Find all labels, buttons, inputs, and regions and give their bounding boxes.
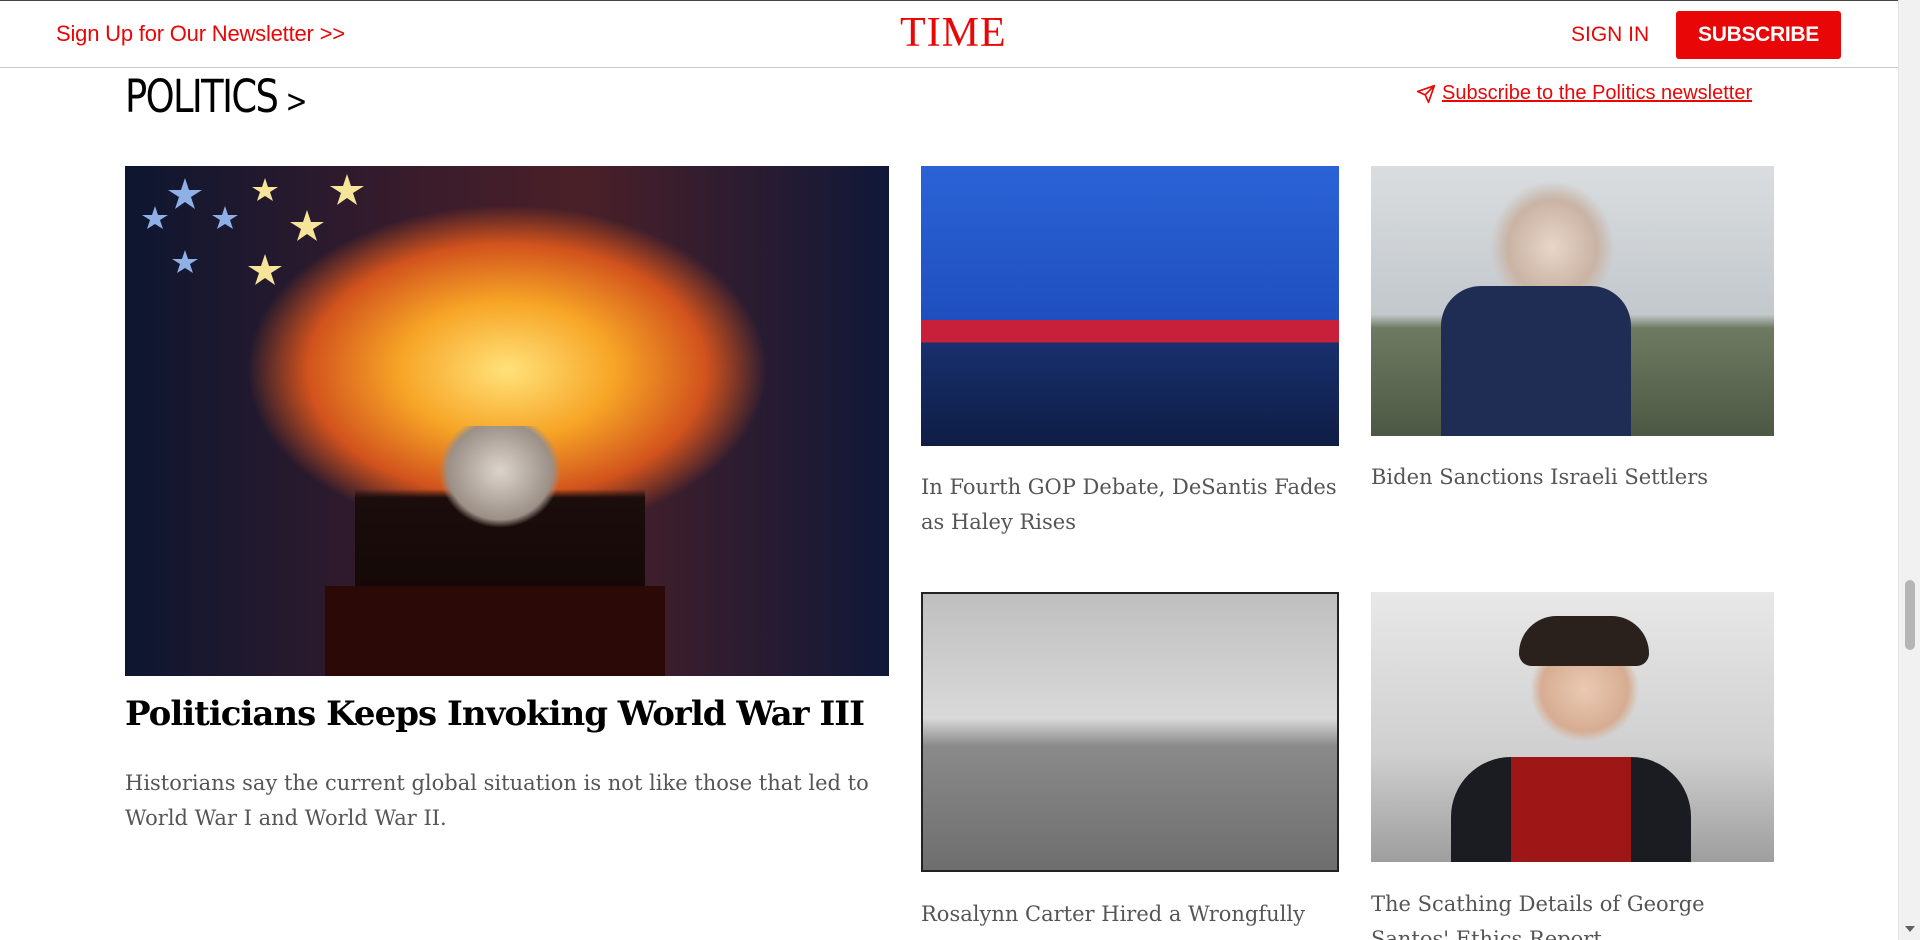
scroll-down-arrow-icon[interactable] (1905, 926, 1915, 932)
hero-story-description: Historians say the current global situat… (125, 771, 869, 830)
newsletter-signup-link[interactable]: Sign Up for Our Newsletter >> (56, 21, 345, 47)
podium-shape (325, 586, 665, 676)
speaker-figure (355, 426, 645, 606)
scrollbar-thumb[interactable] (1905, 580, 1915, 650)
section-title-label: POLITICS (125, 70, 279, 123)
sweater-shape (1451, 757, 1691, 862)
story-image-biden-sanctions[interactable] (1371, 166, 1774, 436)
story-title-rosalynn-carter[interactable]: Rosalynn Carter Hired a Wrongfully (921, 897, 1345, 937)
story-image-gop-debate[interactable] (921, 166, 1339, 446)
politics-newsletter-label: Subscribe to the Politics newsletter (1442, 82, 1753, 104)
sign-in-link[interactable]: SIGN IN (1571, 23, 1649, 47)
story-image-rosalynn-carter[interactable] (921, 592, 1339, 872)
stars-decoration (142, 174, 364, 285)
politics-newsletter-link[interactable]: Subscribe to the Politics newsletter (1416, 82, 1752, 105)
time-logo[interactable]: TIME (900, 9, 1007, 57)
story-title-biden-sanctions[interactable]: Biden Sanctions Israeli Settlers (1371, 460, 1781, 495)
page-scrollbar[interactable] (1898, 0, 1920, 940)
paper-plane-icon (1416, 84, 1436, 103)
hero-story-title[interactable]: Politicians Keeps Invoking World War III (125, 694, 889, 734)
section-heading-politics[interactable]: POLITICS > (125, 70, 307, 123)
suit-shape (1441, 286, 1631, 436)
hair-shape (1519, 616, 1649, 666)
story-image-george-santos[interactable] (1371, 592, 1774, 862)
story-title-george-santos[interactable]: The Scathing Details of George Santos' E… (1371, 887, 1781, 940)
hero-story-image[interactable] (125, 166, 889, 676)
story-title-gop-debate[interactable]: In Fourth GOP Debate, DeSantis Fades as … (921, 470, 1345, 540)
subscribe-button[interactable]: SUBSCRIBE (1676, 11, 1841, 59)
chevron-right-icon: > (285, 82, 307, 120)
top-navigation-bar: Sign Up for Our Newsletter >> TIME SIGN … (0, 0, 1898, 68)
